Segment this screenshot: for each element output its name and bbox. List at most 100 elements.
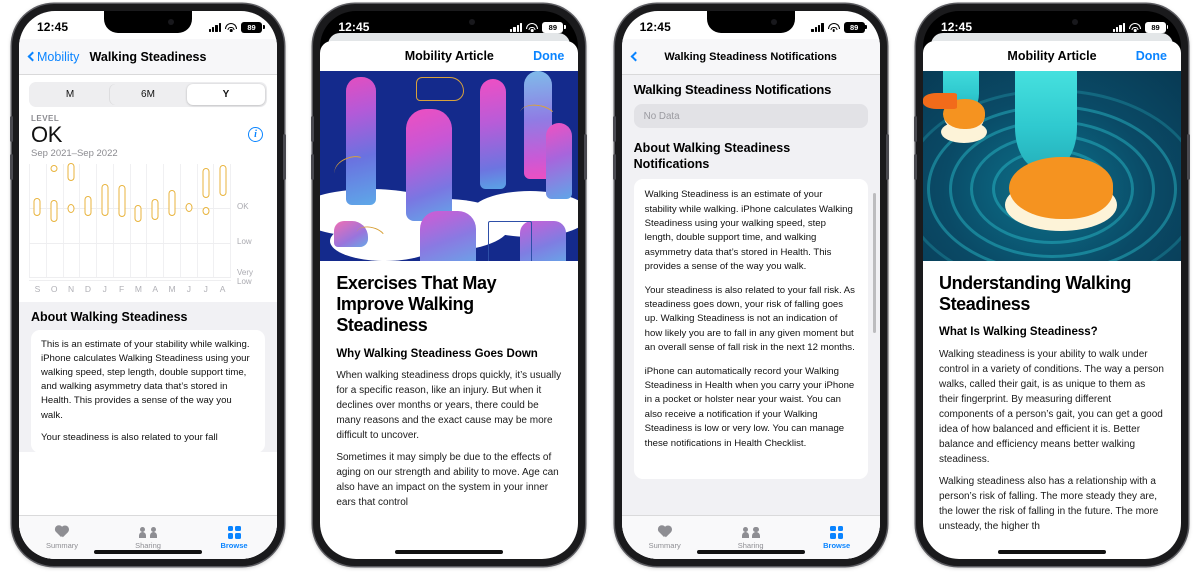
chart-bar: [33, 198, 41, 217]
segment-month[interactable]: M: [31, 84, 109, 105]
wifi-icon: [225, 22, 237, 32]
article-paragraph: Walking steadiness also has a relationsh…: [938, 475, 1159, 532]
article-hero-image-shoes-ripples: [922, 71, 1181, 261]
done-button[interactable]: Done: [1136, 49, 1167, 63]
battery-level: 89: [1151, 22, 1160, 32]
chart-bar: [118, 185, 126, 218]
y-label-very-low: Very Low: [237, 268, 254, 287]
chart-plot-area: [29, 163, 231, 278]
about-paragraph: This is an estimate of your stability wh…: [41, 339, 250, 421]
phone-1-navbar: Mobility Walking Steadiness: [19, 39, 277, 75]
chart-bar-group: [164, 164, 181, 278]
tab-browse[interactable]: Browse: [794, 516, 880, 559]
chart-bar: [67, 163, 75, 182]
heart-icon: [658, 526, 672, 539]
info-circle-icon[interactable]: i: [248, 127, 263, 143]
power-button[interactable]: [584, 134, 588, 180]
level-value: OK: [31, 122, 63, 147]
chart-bar: [219, 165, 227, 197]
x-label: A: [219, 284, 226, 295]
x-label: J: [102, 284, 107, 295]
tab-browse[interactable]: Browse: [191, 516, 277, 559]
battery-level: 89: [548, 22, 557, 32]
phone-3-walking-steadiness-notifications: 12:45 89 Walking Steadiness Notification…: [612, 4, 889, 566]
section-heading: Walking Steadiness Notifications: [633, 82, 832, 97]
chevron-left-icon: [630, 51, 641, 62]
done-button[interactable]: Done: [533, 49, 564, 63]
walking-steadiness-chart[interactable]: OK Low Very Low S O N D J F M A M J J A: [29, 163, 269, 296]
wifi-icon: [827, 22, 840, 32]
grid-icon: [830, 525, 844, 539]
phone-4-sheet-navbar: Mobility Article Done: [922, 41, 1181, 71]
back-button-label: Mobility: [37, 49, 80, 64]
power-button[interactable]: [283, 134, 286, 180]
level-caption: LEVEL: [31, 114, 60, 123]
heart-icon: [55, 526, 69, 539]
tab-label: Sharing: [135, 540, 161, 550]
segment-6-months[interactable]: 6M: [109, 84, 187, 105]
tab-label: Summary: [648, 540, 681, 550]
about-section: About Walking Steadiness This is an esti…: [19, 302, 277, 453]
cellular-bars-icon: [208, 22, 221, 32]
wifi-icon: [1128, 22, 1141, 32]
status-time: 12:45: [338, 20, 370, 34]
home-indicator[interactable]: [696, 550, 805, 554]
about-paragraph: Your steadiness is also related to your …: [644, 284, 855, 354]
phone-4-screen: 12:45 89 Mobility Article Done Understan…: [922, 11, 1181, 559]
chart-bar-group: [180, 164, 197, 278]
tab-label: Sharing: [737, 540, 764, 550]
status-time: 12:45: [37, 20, 69, 34]
people-icon: [139, 526, 157, 539]
phone-4-mobility-article-understanding: 12:45 89 Mobility Article Done Understan…: [913, 4, 1190, 566]
back-button-mobility[interactable]: Mobility: [27, 49, 80, 64]
tab-summary[interactable]: Summary: [622, 516, 708, 559]
article-text: Understanding Walking Steadiness What Is…: [923, 261, 1181, 534]
phone-1-screen: 12:45 89 Mobility Walking Steadiness M 6…: [19, 11, 277, 559]
chart-bar: [168, 190, 176, 217]
about-paragraph: Walking Steadiness is an estimate of you…: [644, 189, 853, 273]
battery-level: 89: [247, 22, 256, 32]
chart-bar: [202, 168, 210, 199]
no-data-field[interactable]: No Data: [633, 104, 868, 128]
chart-x-axis-labels: S O N D J F M A M J J A: [29, 280, 231, 296]
scrollbar[interactable]: [873, 193, 876, 333]
phone-2-sheet-navbar: Mobility Article Done: [320, 41, 579, 71]
back-button[interactable]: [630, 51, 641, 62]
x-label: J: [203, 284, 208, 295]
tab-label: Summary: [45, 540, 79, 550]
chart-bar: [84, 196, 92, 217]
chart-bar-group: [147, 164, 164, 278]
tab-summary[interactable]: Summary: [19, 516, 105, 559]
notch: [1007, 11, 1096, 33]
x-label: M: [134, 284, 142, 295]
y-label-low: Low: [237, 237, 252, 247]
chart-bar: [101, 184, 109, 217]
battery-level: 89: [849, 22, 859, 32]
article-title: Understanding Walking Steadiness: [938, 273, 1131, 315]
x-label: F: [118, 284, 125, 295]
chart-point: [50, 165, 58, 173]
article-text: Exercises That May Improve Walking Stead…: [320, 261, 578, 510]
home-indicator[interactable]: [395, 550, 504, 554]
phone-3-content: Walking Steadiness Notifications No Data…: [621, 75, 880, 559]
chart-bar-group: [113, 164, 130, 278]
power-button[interactable]: [1186, 134, 1190, 180]
x-label: J: [186, 284, 191, 295]
chart-bar-group: [29, 164, 46, 278]
chart-bar-group: [197, 164, 214, 278]
home-indicator[interactable]: [997, 550, 1106, 554]
home-indicator[interactable]: [94, 550, 202, 554]
x-label: S: [34, 284, 41, 295]
range-segmented-control[interactable]: M 6M Y: [29, 82, 267, 107]
article-hero-image-walking-figures: [320, 71, 579, 261]
chart-point: [202, 207, 210, 216]
cellular-bars-icon: [1112, 22, 1125, 32]
phone-3-navbar: Walking Steadiness Notifications: [621, 39, 880, 75]
chevron-left-icon: [27, 51, 38, 62]
x-label: N: [68, 284, 75, 295]
segment-year[interactable]: Y: [187, 84, 265, 105]
chart-point: [185, 203, 193, 213]
cellular-bars-icon: [811, 22, 824, 32]
power-button[interactable]: [885, 134, 889, 180]
battery-icon: 89: [843, 21, 868, 33]
